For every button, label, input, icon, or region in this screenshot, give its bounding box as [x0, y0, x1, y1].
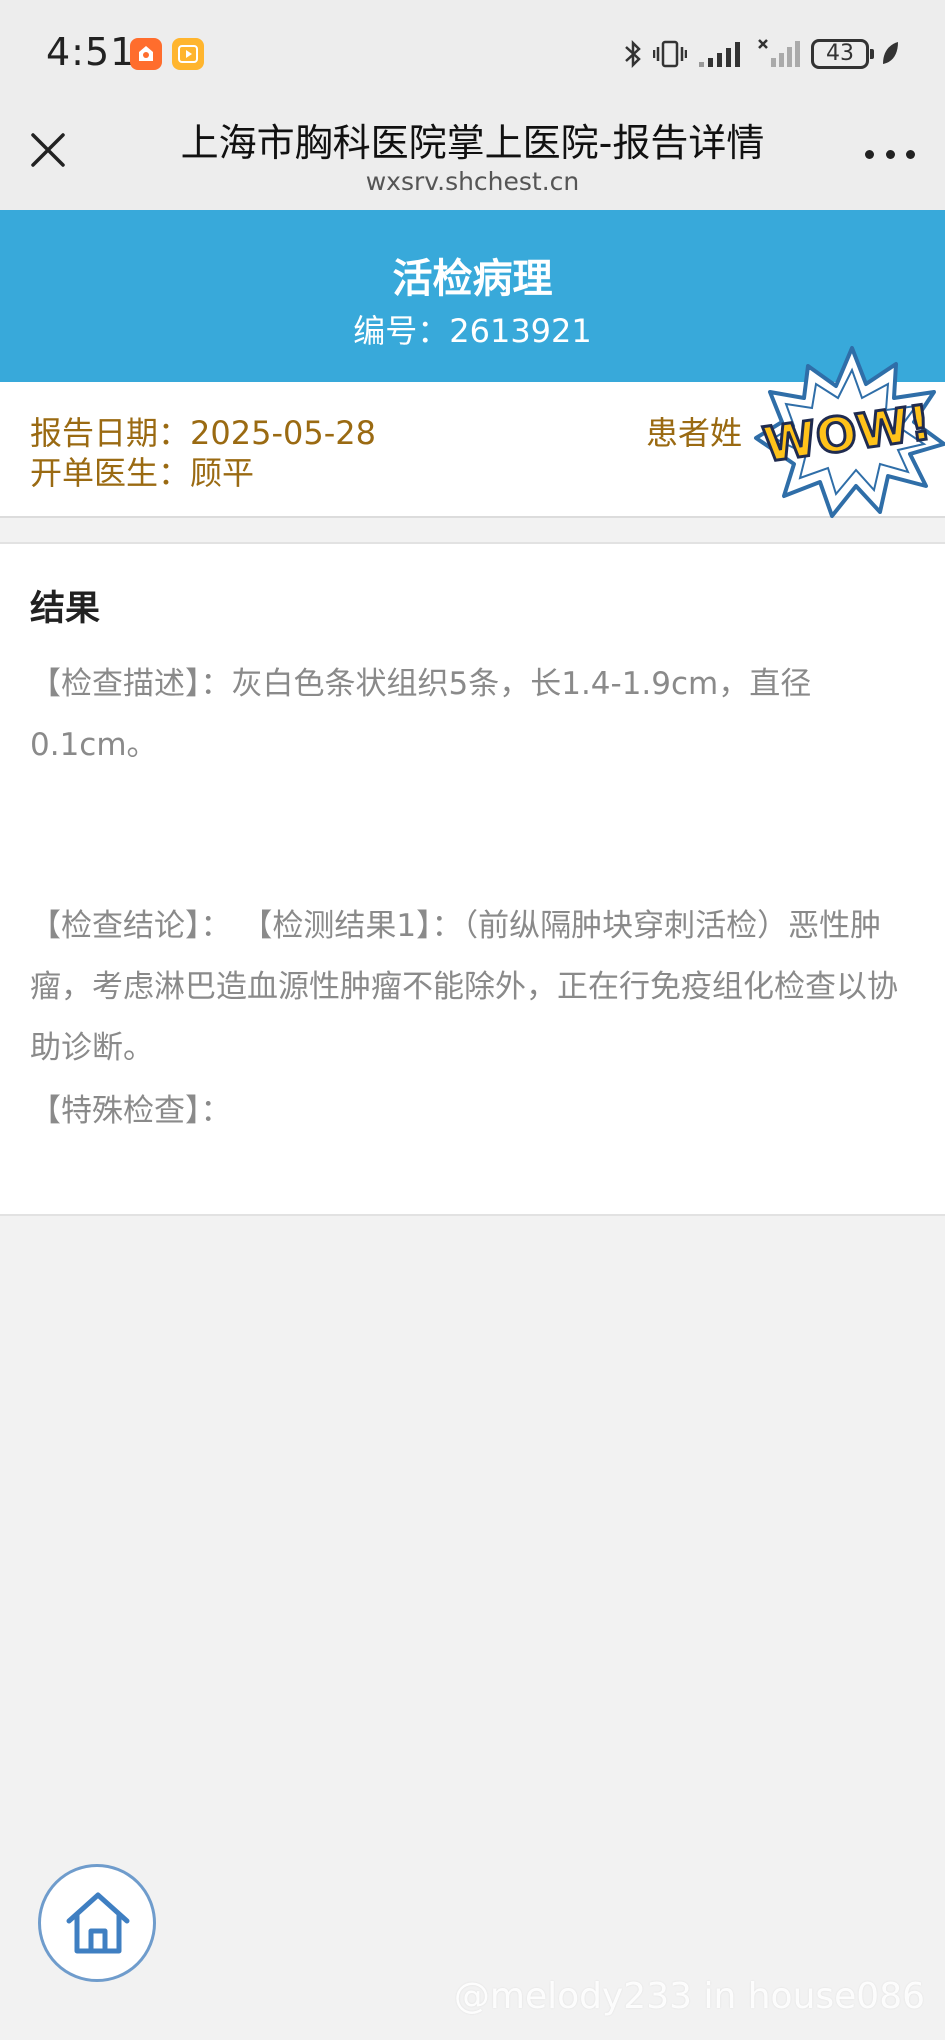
more-options-button[interactable]	[865, 148, 915, 160]
report-type-title: 活检病理	[392, 256, 553, 302]
special-exam: 【特殊检查】：	[30, 1093, 232, 1129]
home-button[interactable]	[38, 1864, 156, 1982]
app-notification-icon	[130, 38, 162, 70]
bluetooth-icon	[625, 39, 641, 69]
result-card: 结果 【检查描述】：灰白色条状组织5条，长1.4-1.9cm，直径0.1cm。 …	[0, 542, 945, 1216]
battery-icon: 43	[811, 39, 874, 69]
exam-conclusion: 【检查结论】： 【检测结果1】：（前纵隔肿块穿刺活检）恶性肿瘤，考虑淋巴造血源性…	[30, 908, 898, 1066]
patient-name-label: 患者姓	[646, 414, 743, 452]
result-heading: 结果	[30, 589, 101, 629]
watermark: @melody233 in house086	[453, 1976, 925, 2017]
status-icons: 43	[623, 36, 901, 72]
page-title: 上海市胸科医院掌上医院-报告详情	[180, 121, 765, 165]
leaf-icon	[883, 42, 898, 64]
status-time: 4:51	[46, 30, 136, 74]
dot-icon	[906, 149, 915, 159]
wow-sticker: WOW!	[748, 340, 945, 520]
signal-off-icon	[758, 39, 800, 67]
dot-icon	[885, 149, 895, 159]
signal-icon	[699, 42, 740, 67]
page-url: wxsrv.shchest.cn	[365, 167, 580, 196]
home-icon	[66, 1892, 130, 1954]
dot-icon	[865, 149, 874, 159]
ordering-doctor: 开单医生：顾平	[30, 454, 255, 492]
exam-description: 【检查描述】：灰白色条状组织5条，长1.4-1.9cm，直径0.1cm。	[30, 666, 812, 763]
status-bar: 4:51 43	[0, 0, 945, 104]
video-app-icon	[172, 38, 204, 70]
vibrate-icon	[653, 40, 687, 68]
